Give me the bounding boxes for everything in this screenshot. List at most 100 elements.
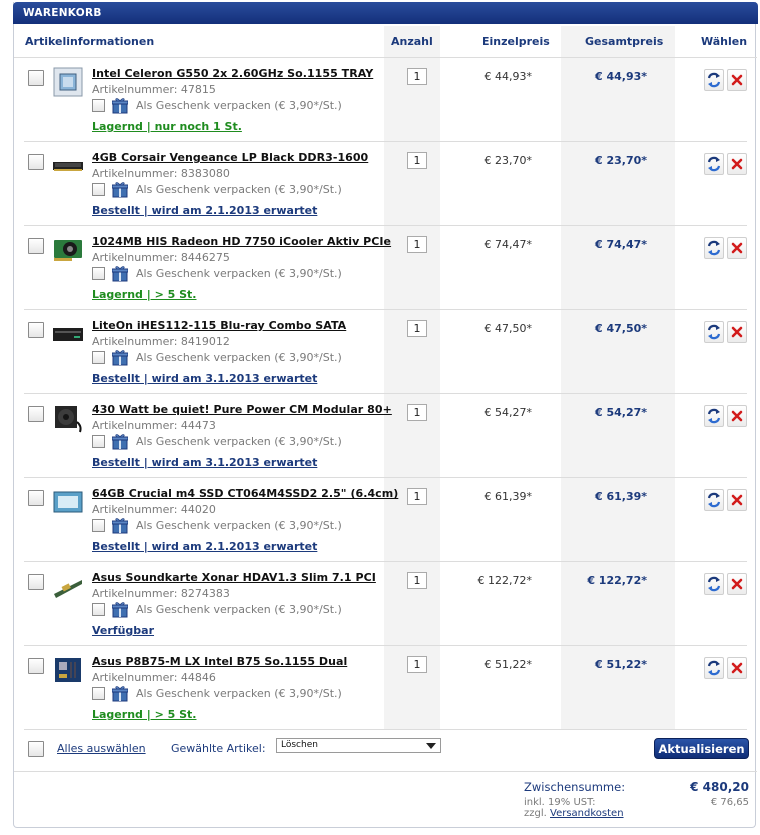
article-number: Artikelnummer: 44473 — [92, 419, 216, 432]
availability-status[interactable]: Bestellt | wird am 2.1.2013 erwartet — [92, 204, 317, 217]
total-price: € 54,27* — [594, 406, 647, 419]
product-thumbnail[interactable] — [52, 66, 84, 98]
gift-wrap-checkbox[interactable] — [92, 687, 105, 700]
gift-wrap-checkbox[interactable] — [92, 435, 105, 448]
refresh-item-button[interactable] — [704, 489, 724, 511]
refresh-item-button[interactable] — [704, 573, 724, 595]
delete-icon — [731, 74, 743, 86]
product-thumbnail[interactable] — [52, 402, 84, 434]
refresh-icon — [707, 156, 721, 172]
gift-wrap-label: Als Geschenk verpacken (€ 3,90*/St.) — [136, 435, 342, 448]
delete-item-button[interactable] — [727, 405, 747, 427]
select-all-link[interactable]: Alles auswählen — [57, 742, 146, 755]
gift-wrap-label: Als Geschenk verpacken (€ 3,90*/St.) — [136, 687, 342, 700]
refresh-icon — [707, 492, 721, 508]
availability-status[interactable]: Bestellt | wird am 3.1.2013 erwartet — [92, 456, 317, 469]
delete-item-button[interactable] — [727, 489, 747, 511]
delete-item-button[interactable] — [727, 657, 747, 679]
availability-status[interactable]: Bestellt | wird am 3.1.2013 erwartet — [92, 372, 317, 385]
availability-status[interactable]: Bestellt | wird am 2.1.2013 erwartet — [92, 540, 317, 553]
shipping-line: zzgl. Versandkosten — [524, 808, 624, 819]
article-number: Artikelnummer: 8383080 — [92, 167, 230, 180]
gift-wrap-checkbox[interactable] — [92, 99, 105, 112]
product-thumbnail[interactable] — [52, 318, 84, 350]
selected-action-select[interactable]: Löschen — [276, 738, 441, 753]
product-thumbnail[interactable] — [52, 570, 84, 602]
article-number: Artikelnummer: 44846 — [92, 671, 216, 684]
item-select-checkbox[interactable] — [28, 154, 44, 170]
gift-icon — [112, 602, 128, 618]
cart-item-row: 430 Watt be quiet! Pure Power CM Modular… — [24, 394, 747, 478]
item-select-checkbox[interactable] — [28, 658, 44, 674]
product-name-link[interactable]: LiteOn iHES112-115 Blu-ray Combo SATA — [92, 319, 346, 332]
total-price: € 51,22* — [594, 658, 647, 671]
gift-wrap-label: Als Geschenk verpacken (€ 3,90*/St.) — [136, 603, 342, 616]
delete-item-button[interactable] — [727, 69, 747, 91]
cart-item-row: Intel Celeron G550 2x 2.60GHz So.1155 TR… — [24, 58, 747, 142]
refresh-item-button[interactable] — [704, 321, 724, 343]
product-thumbnail[interactable] — [52, 486, 84, 518]
refresh-item-button[interactable] — [704, 237, 724, 259]
gift-wrap-label: Als Geschenk verpacken (€ 3,90*/St.) — [136, 351, 342, 364]
item-select-checkbox[interactable] — [28, 70, 44, 86]
shipping-costs-link[interactable]: Versandkosten — [550, 808, 624, 819]
gift-wrap-checkbox[interactable] — [92, 351, 105, 364]
selected-items-label: Gewählte Artikel: — [171, 742, 266, 755]
total-price: € 74,47* — [594, 238, 647, 251]
cart-item-row: 64GB Crucial m4 SSD CT064M4SSD2 2.5" (6.… — [24, 478, 747, 562]
gift-wrap-checkbox[interactable] — [92, 183, 105, 196]
gift-wrap-label: Als Geschenk verpacken (€ 3,90*/St.) — [136, 519, 342, 532]
delete-item-button[interactable] — [727, 321, 747, 343]
availability-status[interactable]: Lagernd | > 5 St. — [92, 288, 196, 301]
gift-wrap-checkbox[interactable] — [92, 267, 105, 280]
item-select-checkbox[interactable] — [28, 406, 44, 422]
product-thumbnail[interactable] — [52, 654, 84, 686]
gift-wrap-label: Als Geschenk verpacken (€ 3,90*/St.) — [136, 183, 342, 196]
availability-status[interactable]: Lagernd | nur noch 1 St. — [92, 120, 242, 133]
product-name-link[interactable]: Asus Soundkarte Xonar HDAV1.3 Slim 7.1 P… — [92, 571, 376, 584]
gift-icon — [112, 686, 128, 702]
availability-status[interactable]: Lagernd | > 5 St. — [92, 708, 196, 721]
gift-icon — [112, 182, 128, 198]
item-select-checkbox[interactable] — [28, 238, 44, 254]
item-select-checkbox[interactable] — [28, 322, 44, 338]
availability-status[interactable]: Verfügbar — [92, 624, 154, 637]
tax-label: inkl. 19% UST: — [524, 797, 596, 808]
product-thumbnail[interactable] — [52, 234, 84, 266]
refresh-item-button[interactable] — [704, 405, 724, 427]
refresh-item-button[interactable] — [704, 69, 724, 91]
delete-icon — [731, 326, 743, 338]
table-header: Artikelinformationen Anzahl Einzelpreis … — [14, 26, 757, 58]
gift-wrap-checkbox[interactable] — [92, 603, 105, 616]
item-select-checkbox[interactable] — [28, 574, 44, 590]
product-thumbnail[interactable] — [52, 150, 84, 182]
delete-icon — [731, 494, 743, 506]
col-header-qty: Anzahl — [391, 35, 433, 48]
gift-wrap-checkbox[interactable] — [92, 519, 105, 532]
product-name-link[interactable]: 64GB Crucial m4 SSD CT064M4SSD2 2.5" (6.… — [92, 487, 398, 500]
gift-icon — [112, 98, 128, 114]
product-name-link[interactable]: 430 Watt be quiet! Pure Power CM Modular… — [92, 403, 392, 416]
refresh-icon — [707, 240, 721, 256]
refresh-icon — [707, 408, 721, 424]
item-select-checkbox[interactable] — [28, 490, 44, 506]
update-button[interactable]: Aktualisieren — [654, 738, 749, 759]
cart-item-row: Asus Soundkarte Xonar HDAV1.3 Slim 7.1 P… — [24, 562, 747, 646]
product-name-link[interactable]: 4GB Corsair Vengeance LP Black DDR3-1600 — [92, 151, 368, 164]
product-name-link[interactable]: 1024MB HIS Radeon HD 7750 iCooler Aktiv … — [92, 235, 391, 248]
product-name-link[interactable]: Asus P8B75-M LX Intel B75 So.1155 Dual — [92, 655, 347, 668]
refresh-icon — [707, 72, 721, 88]
select-all-checkbox[interactable] — [28, 741, 44, 757]
refresh-item-button[interactable] — [704, 153, 724, 175]
refresh-icon — [707, 576, 721, 592]
refresh-item-button[interactable] — [704, 657, 724, 679]
cart-item-row: LiteOn iHES112-115 Blu-ray Combo SATA Art… — [24, 310, 747, 394]
product-name-link[interactable]: Intel Celeron G550 2x 2.60GHz So.1155 TR… — [92, 67, 373, 80]
delete-item-button[interactable] — [727, 153, 747, 175]
gift-icon — [112, 350, 128, 366]
delete-item-button[interactable] — [727, 573, 747, 595]
cart-item-row: Asus P8B75-M LX Intel B75 So.1155 Dual Ar… — [24, 646, 747, 730]
subtotal-label: Zwischensumme: — [524, 780, 626, 794]
delete-item-button[interactable] — [727, 237, 747, 259]
total-price: € 122,72* — [587, 574, 647, 587]
